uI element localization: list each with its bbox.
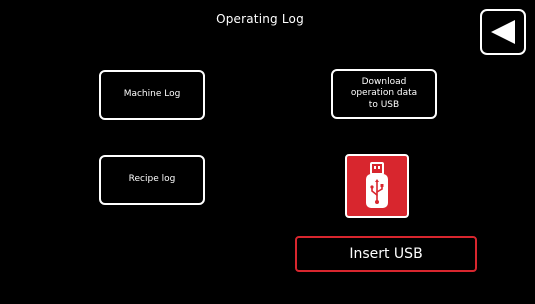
operating-log-screen: Operating Log Machine Log Recipe log Dow…	[0, 0, 535, 304]
back-triangle-icon	[491, 20, 515, 44]
insert-usb-status: Insert USB	[295, 236, 477, 272]
usb-stick-icon	[366, 162, 388, 208]
page-title: Operating Log	[216, 12, 304, 26]
back-button[interactable]	[480, 9, 526, 55]
usb-status-indicator	[345, 154, 409, 218]
machine-log-button[interactable]: Machine Log	[99, 70, 205, 120]
download-to-usb-button[interactable]: Download operation data to USB	[331, 69, 437, 119]
recipe-log-button[interactable]: Recipe log	[99, 155, 205, 205]
